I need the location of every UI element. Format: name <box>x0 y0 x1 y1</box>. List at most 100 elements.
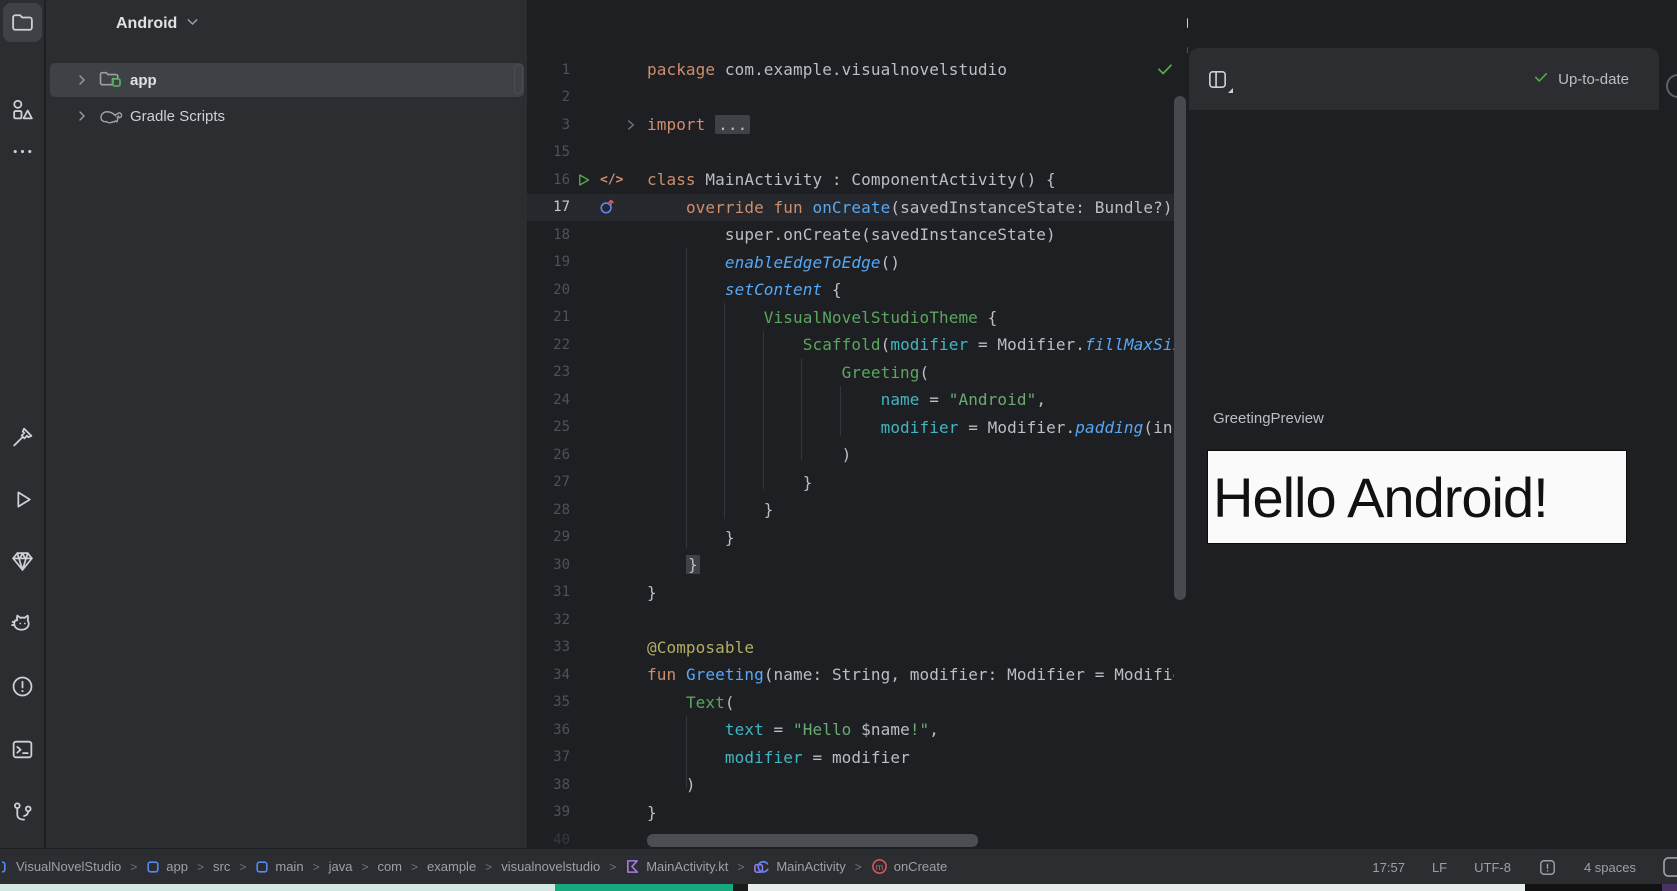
rail-app-quality-insights-gem-icon[interactable] <box>3 542 42 581</box>
code-line[interactable]: 22 Scaffold(modifier = Modifier.fillMaxS… <box>527 331 1174 359</box>
code-editor[interactable]: 1 package com.example.visualnovelstudio 2 3… <box>527 0 1187 848</box>
code-line[interactable]: 20 setContent { <box>527 276 1174 304</box>
rail-build-hammer-icon[interactable] <box>3 418 42 457</box>
code-line[interactable]: 29 } <box>527 524 1174 552</box>
line-number: 25 <box>553 419 570 436</box>
rail-terminal-icon[interactable] <box>3 730 42 769</box>
code-text: name = "Android", <box>880 390 1047 410</box>
breadcrumb-java[interactable]: java <box>329 859 353 874</box>
breadcrumb-visualnovelstudio[interactable]: VisualNovelStudio <box>2 859 121 874</box>
breadcrumb-mainactivity[interactable]: MainActivity <box>753 858 846 875</box>
project-scrollbar[interactable] <box>514 64 523 94</box>
code-line[interactable]: 18 super.onCreate(savedInstanceState) <box>527 221 1174 249</box>
code-line[interactable]: 15 <box>527 139 1174 167</box>
code-text: } <box>647 802 657 822</box>
status-encoding[interactable]: UTF-8 <box>1474 860 1511 875</box>
line-number: 33 <box>553 639 570 656</box>
status-indent[interactable]: 4 spaces <box>1584 860 1636 875</box>
code-line[interactable]: 21 VisualNovelStudioTheme { <box>527 304 1174 332</box>
code-line[interactable]: 1 package com.example.visualnovelstudio <box>527 56 1174 84</box>
code-line[interactable]: 25 modifier = Modifier.padding(innerPadd… <box>527 414 1174 442</box>
fold-chevron-icon[interactable] <box>624 118 638 132</box>
code-line[interactable]: 28 } <box>527 496 1174 524</box>
notifications-icon[interactable] <box>1538 858 1557 877</box>
code-text: fun Greeting(name: String, modifier: Mod… <box>647 665 1174 685</box>
code-line[interactable]: 36 text = "Hello $name!", <box>527 716 1174 744</box>
code-text: class MainActivity : ComponentActivity()… <box>647 170 1056 190</box>
rail-version-control-branch-icon[interactable] <box>3 793 42 832</box>
project-view-selector[interactable]: Android <box>116 10 201 38</box>
preview-layout-icon[interactable] <box>1206 68 1233 93</box>
rail-run-play-icon[interactable] <box>3 480 42 519</box>
code-text: import ... <box>647 115 1174 135</box>
gutter <box>570 441 647 469</box>
gutter <box>570 359 647 387</box>
breadcrumb-label: java <box>328 859 353 874</box>
code-line[interactable]: 16 </> class MainActivity : ComponentActiv… <box>527 166 1174 194</box>
inspections-ok-icon[interactable] <box>1155 60 1175 83</box>
run-gutter-icon[interactable] <box>576 172 591 187</box>
markup-gutter-icon[interactable]: </> <box>600 172 623 187</box>
rail-gemini-cat-icon[interactable] <box>3 604 42 643</box>
rail-more-tool-windows-icon[interactable] <box>3 132 42 171</box>
code-line[interactable]: 33 @Composable <box>527 634 1174 662</box>
code-line[interactable]: 37 modifier = modifier <box>527 744 1174 772</box>
override-gutter-icon[interactable] <box>598 198 616 216</box>
breadcrumb-visualnovelstudio[interactable]: visualnovelstudio <box>501 859 600 874</box>
code-line[interactable]: 3 import ... <box>527 111 1174 139</box>
code-text: package com.example.visualnovelstudio <box>647 60 1008 80</box>
breadcrumb-separator: > <box>197 859 205 874</box>
breadcrumb-com[interactable]: com <box>377 859 402 874</box>
code-line[interactable]: 24 name = "Android", <box>527 386 1174 414</box>
code-line[interactable]: 38 ) <box>527 771 1174 799</box>
line-number: 17 <box>553 199 570 216</box>
chevron-right-icon[interactable] <box>74 108 92 124</box>
clipped-status-icon[interactable] <box>1663 857 1677 877</box>
line-number: 29 <box>553 529 570 546</box>
line-number: 37 <box>553 749 570 766</box>
taskbar-segment <box>1662 884 1677 891</box>
taskbar-segment <box>733 884 748 891</box>
code-line[interactable]: 26 ) <box>527 441 1174 469</box>
breadcrumb-example[interactable]: example <box>427 859 476 874</box>
code-line[interactable]: 39} <box>527 799 1174 827</box>
code-line[interactable]: 2 <box>527 84 1174 112</box>
status-bar: VisualNovelStudio > app > src > main > java > com >… <box>0 848 1677 884</box>
rail-resource-manager-icon[interactable] <box>3 90 42 129</box>
code-line[interactable]: 34 fun Greeting(name: String, modifier: M… <box>527 661 1174 689</box>
code-line[interactable]: 23 Greeting( <box>527 359 1174 387</box>
code-text: override fun onCreate(savedInstanceState… <box>685 197 1174 217</box>
status-clock[interactable]: 17:57 <box>1372 860 1405 875</box>
chevron-right-icon[interactable] <box>74 72 92 88</box>
rail-project-folder-icon[interactable] <box>3 3 42 42</box>
breadcrumb-oncreate[interactable]: m onCreate <box>871 858 947 875</box>
breadcrumb-separator: > <box>411 859 419 874</box>
code-line[interactable]: 35 Text( <box>527 689 1174 717</box>
code-text: super.onCreate(savedInstanceState) <box>647 225 1056 245</box>
code-line[interactable]: 31} <box>527 579 1174 607</box>
code-line[interactable]: 19 enableEdgeToEdge() <box>527 249 1174 277</box>
breadcrumb-main[interactable]: main <box>255 859 304 874</box>
rail-problems-alert-icon[interactable] <box>3 667 42 706</box>
tree-row-app[interactable]: app <box>50 63 524 97</box>
breadcrumb-separator: > <box>854 859 862 874</box>
android-studio-window: Android app Gradle Scripts MainActivity.k… <box>0 0 1677 891</box>
editor-horizontal-scrollbar[interactable] <box>647 834 978 847</box>
tree-row-gradle-scripts[interactable]: Gradle Scripts <box>50 99 524 133</box>
code-line[interactable]: 27 } <box>527 469 1174 497</box>
status-line-ending[interactable]: LF <box>1432 860 1447 875</box>
code-text: ) <box>647 775 696 795</box>
code-line[interactable]: 30 } <box>527 551 1174 579</box>
preview-render-surface: Hello Android! <box>1207 450 1627 544</box>
clipped-floating-control <box>1666 74 1677 98</box>
breadcrumb-label: main <box>275 859 304 874</box>
editor-vertical-scrollbar[interactable] <box>1174 96 1186 600</box>
taskbar-segment <box>0 884 555 891</box>
breadcrumb-src[interactable]: src <box>213 859 230 874</box>
breadcrumb-separator: > <box>361 859 369 874</box>
breadcrumb-app[interactable]: app <box>146 859 188 874</box>
code-line[interactable]: 32 <box>527 606 1174 634</box>
code-line[interactable]: 17 override fun onCreate(savedInstanceSt… <box>527 193 1174 221</box>
breadcrumb-mainactivity-kt[interactable]: MainActivity.kt <box>625 859 728 874</box>
preview-composable-name[interactable]: GreetingPreview <box>1213 410 1324 427</box>
